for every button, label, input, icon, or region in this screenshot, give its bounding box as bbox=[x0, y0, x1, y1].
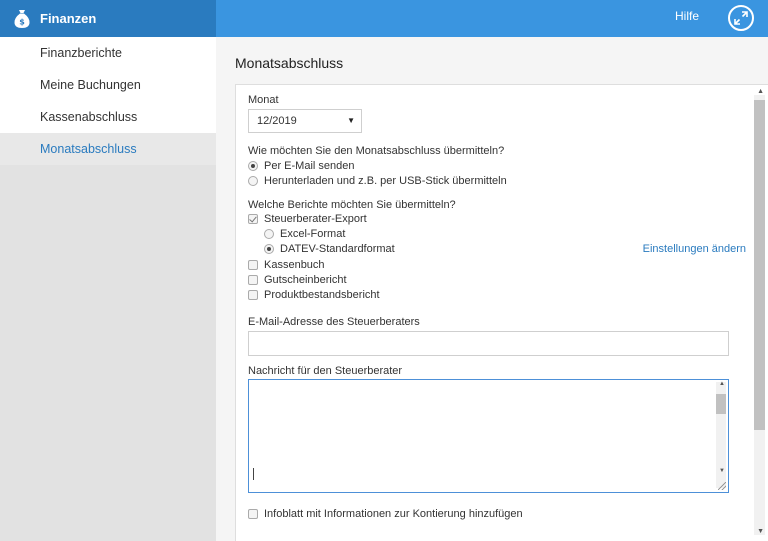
radio-datev-format-button[interactable] bbox=[264, 244, 274, 254]
month-label: Monat bbox=[248, 94, 279, 106]
transfer-question: Wie möchten Sie den Monatsabschluss über… bbox=[248, 145, 505, 157]
textarea-scrollbar-thumb[interactable] bbox=[716, 394, 726, 414]
checkbox-gutscheinbericht[interactable]: Gutscheinbericht bbox=[248, 274, 347, 286]
brand-header: $ Finanzen bbox=[0, 0, 216, 37]
checkbox-tax-export[interactable]: Steuerberater-Export bbox=[248, 213, 367, 225]
help-link[interactable]: Hilfe bbox=[675, 9, 699, 23]
app-title: Finanzen bbox=[40, 11, 97, 26]
radio-download[interactable]: Herunterladen und z.B. per USB-Stick übe… bbox=[248, 175, 507, 187]
sidebar-nav: Finanzberichte Meine Buchungen Kassenabs… bbox=[0, 37, 216, 165]
page-title: Monatsabschluss bbox=[235, 55, 344, 71]
settings-link[interactable]: Einstellungen ändern bbox=[643, 243, 746, 255]
reports-question: Welche Berichte möchten Sie übermitteln? bbox=[248, 199, 456, 211]
email-label: E-Mail-Adresse des Steuerberaters bbox=[248, 316, 420, 328]
radio-download-button[interactable] bbox=[248, 176, 258, 186]
sidebar: $ Finanzen Finanzberichte Meine Buchunge… bbox=[0, 0, 216, 541]
text-cursor bbox=[253, 468, 254, 480]
checkbox-infoblatt-label: Infoblatt mit Informationen zur Kontieru… bbox=[264, 508, 523, 520]
radio-excel-format-button[interactable] bbox=[264, 229, 274, 239]
money-bag-icon: $ bbox=[12, 9, 32, 29]
checkbox-infoblatt-box[interactable] bbox=[248, 509, 258, 519]
sidebar-item-kassenabschluss[interactable]: Kassenabschluss bbox=[0, 101, 216, 133]
checkbox-tax-export-label: Steuerberater-Export bbox=[264, 213, 367, 225]
form-panel: ▲ ▼ Monat 12/2019 ▼ Wie möchten Sie den … bbox=[235, 84, 768, 541]
checkbox-produktbestandsbericht[interactable]: Produktbestandsbericht bbox=[248, 289, 380, 301]
radio-datev-format-label: DATEV-Standardformat bbox=[280, 243, 395, 255]
scroll-down-icon[interactable]: ▼ bbox=[757, 528, 764, 535]
checkbox-kassenbuch-label: Kassenbuch bbox=[264, 259, 325, 271]
expand-arrows-icon[interactable] bbox=[728, 5, 754, 31]
radio-excel-format[interactable]: Excel-Format bbox=[264, 228, 345, 240]
radio-email-button[interactable] bbox=[248, 161, 258, 171]
resize-grip-icon[interactable] bbox=[718, 482, 726, 490]
sidebar-item-meine-buchungen[interactable]: Meine Buchungen bbox=[0, 69, 216, 101]
month-select-value: 12/2019 bbox=[257, 115, 297, 127]
month-select[interactable]: 12/2019 ▼ bbox=[248, 109, 362, 133]
checkbox-tax-export-box[interactable] bbox=[248, 214, 258, 224]
sidebar-item-finanzberichte[interactable]: Finanzberichte bbox=[0, 37, 216, 69]
svg-text:$: $ bbox=[19, 17, 25, 26]
top-bar: Hilfe bbox=[216, 0, 768, 37]
scroll-up-icon[interactable]: ▲ bbox=[757, 88, 764, 95]
checkbox-gutscheinbericht-label: Gutscheinbericht bbox=[264, 274, 347, 286]
textarea-scroll-down-icon[interactable]: ▼ bbox=[719, 468, 725, 474]
message-textarea[interactable]: ▲ ▼ bbox=[248, 379, 729, 493]
checkbox-produktbestandsbericht-box[interactable] bbox=[248, 290, 258, 300]
caret-down-icon: ▼ bbox=[347, 116, 355, 125]
message-label: Nachricht für den Steuerberater bbox=[248, 365, 403, 377]
panel-scrollbar-thumb[interactable] bbox=[754, 100, 765, 430]
checkbox-produktbestandsbericht-label: Produktbestandsbericht bbox=[264, 289, 380, 301]
radio-email-label: Per E-Mail senden bbox=[264, 160, 355, 172]
radio-excel-format-label: Excel-Format bbox=[280, 228, 346, 240]
radio-email[interactable]: Per E-Mail senden bbox=[248, 160, 355, 172]
checkbox-infoblatt[interactable]: Infoblatt mit Informationen zur Kontieru… bbox=[248, 508, 523, 520]
sidebar-item-monatsabschluss[interactable]: Monatsabschluss bbox=[0, 133, 216, 165]
checkbox-kassenbuch-box[interactable] bbox=[248, 260, 258, 270]
email-input[interactable] bbox=[248, 331, 729, 356]
radio-download-label: Herunterladen und z.B. per USB-Stick übe… bbox=[264, 175, 507, 187]
textarea-scroll-up-icon[interactable]: ▲ bbox=[719, 381, 725, 387]
checkbox-kassenbuch[interactable]: Kassenbuch bbox=[248, 259, 325, 271]
radio-datev-format[interactable]: DATEV-Standardformat bbox=[264, 243, 395, 255]
main-content: Monatsabschluss ▲ ▼ Monat 12/2019 ▼ Wie … bbox=[216, 37, 768, 541]
checkbox-gutscheinbericht-box[interactable] bbox=[248, 275, 258, 285]
